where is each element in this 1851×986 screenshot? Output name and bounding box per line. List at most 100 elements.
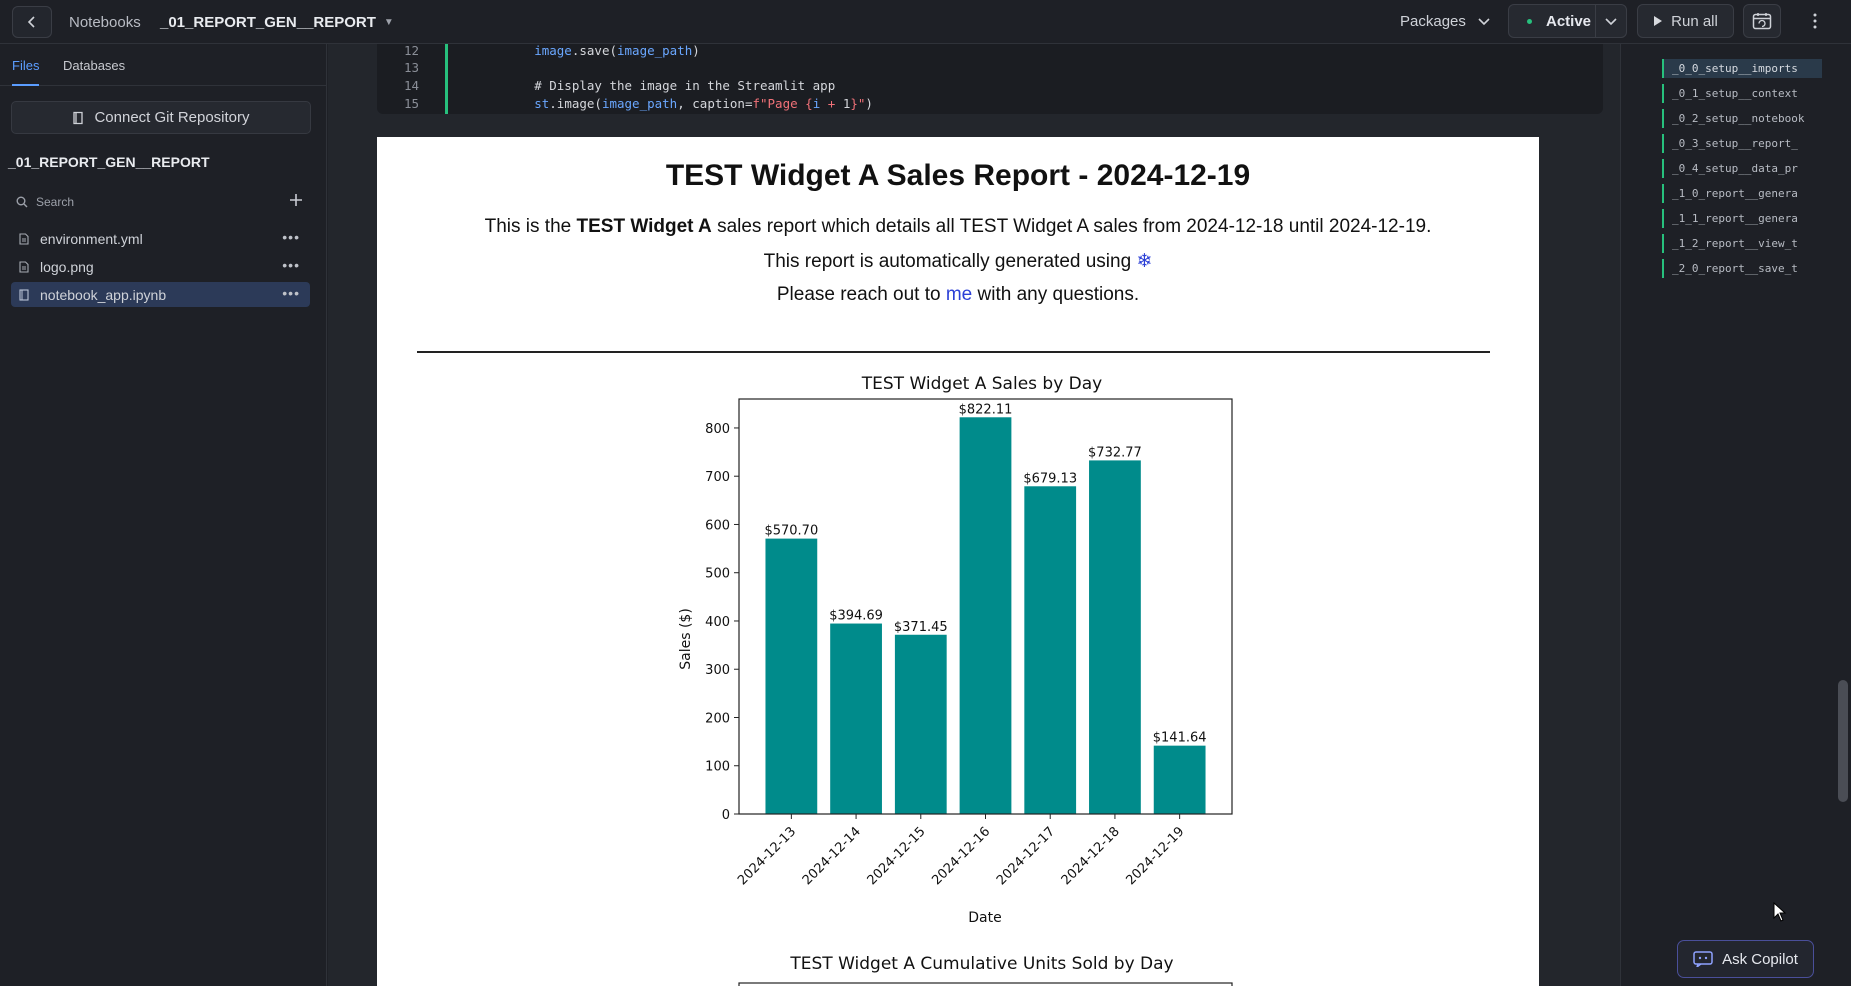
y-tick-label: 200 — [705, 711, 730, 726]
file-icon — [19, 260, 31, 273]
notebook-title-label: _01_REPORT_GEN__REPORT — [160, 13, 376, 31]
bar-value-label: $570.70 — [764, 524, 818, 539]
chart-title: TEST Widget A Sales by Day — [861, 374, 1102, 394]
bar — [1089, 460, 1141, 814]
run-all-button[interactable]: Run all — [1637, 4, 1734, 38]
y-tick-label: 100 — [705, 760, 730, 775]
outline-item[interactable]: _1_0_report__genera — [1662, 184, 1822, 203]
tab-databases[interactable]: Databases — [63, 44, 125, 86]
y-tick-label: 0 — [722, 808, 730, 823]
status-dropdown-button[interactable] — [1595, 4, 1627, 38]
cell-status-bar — [445, 44, 448, 114]
code-line: 13 — [377, 60, 419, 78]
project-name: _01_REPORT_GEN__REPORT — [8, 154, 210, 170]
sidebar-tabs: Files Databases — [0, 44, 327, 86]
outline-item[interactable]: _1_2_report__view_t — [1662, 234, 1822, 253]
more-options-icon[interactable] — [1800, 4, 1830, 38]
back-button[interactable] — [12, 6, 52, 38]
search-icon — [16, 196, 28, 208]
notebook-main: 12 image.save(image_path) 13 14 # Displa… — [328, 44, 1620, 986]
file-name: notebook_app.ipynb — [40, 286, 167, 303]
breadcrumb-notebooks[interactable]: Notebooks — [69, 0, 141, 44]
ask-copilot-button[interactable]: Ask Copilot — [1677, 940, 1814, 978]
y-tick-label: 500 — [705, 567, 730, 582]
bar — [1024, 486, 1077, 814]
chart2-title: TEST Widget A Cumulative Units Sold by D… — [789, 954, 1173, 974]
outline-item[interactable]: _0_2_setup__notebook — [1662, 109, 1822, 128]
outline-item[interactable]: _2_0_report__save_t — [1662, 259, 1822, 278]
line-number: 15 — [403, 96, 419, 111]
report-output: TEST Widget A Sales Report - 2024-12-19 … — [377, 137, 1539, 986]
file-item-notebook-app[interactable]: notebook_app.ipynb ••• — [11, 282, 310, 307]
line-number: 14 — [403, 78, 419, 93]
run-all-label: Run all — [1671, 12, 1718, 30]
cell-outline-panel: _0_0_setup__imports _0_1_setup__context … — [1620, 44, 1851, 986]
outline-item[interactable]: _0_1_setup__context — [1662, 84, 1822, 103]
x-tick-label: 2024-12-17 — [994, 824, 1058, 888]
y-tick-label: 800 — [705, 422, 730, 437]
code-comment: # Display the image in the Streamlit app — [474, 78, 836, 93]
connect-git-button[interactable]: Connect Git Repository — [11, 101, 311, 134]
add-file-button[interactable] — [286, 190, 306, 210]
file-name: environment.yml — [40, 230, 143, 247]
x-tick-label: 2024-12-15 — [865, 824, 929, 888]
y-tick-label: 400 — [705, 615, 730, 630]
caret-down-icon: ▼ — [383, 16, 394, 28]
file-options-icon[interactable]: ••• — [282, 229, 300, 245]
bar-value-label: $141.64 — [1153, 731, 1207, 746]
play-icon — [1654, 16, 1663, 26]
file-item-logo-png[interactable]: logo.png ••• — [11, 254, 310, 279]
app-window: Notebooks _01_REPORT_GEN__REPORT ▼ Packa… — [0, 0, 1851, 986]
notebook-icon — [19, 288, 31, 301]
bar-value-label: $679.13 — [1023, 471, 1077, 486]
packages-dropdown[interactable]: Packages — [1400, 4, 1490, 38]
tab-files[interactable]: Files — [12, 44, 40, 86]
chevron-down-icon — [1605, 18, 1617, 26]
bar-value-label: $394.69 — [829, 609, 883, 624]
outline-item[interactable]: _1_1_report__genera — [1662, 209, 1822, 228]
mouse-cursor-icon — [1773, 902, 1787, 922]
y-tick-label: 300 — [705, 663, 730, 678]
bar-value-label: $732.77 — [1088, 445, 1142, 460]
notebook-title[interactable]: _01_REPORT_GEN__REPORT ▼ — [160, 0, 394, 44]
line-number: 12 — [403, 44, 419, 58]
x-tick-label: 2024-12-19 — [1123, 824, 1187, 888]
file-item-environment-yml[interactable]: environment.yml ••• — [11, 226, 310, 251]
outline-item[interactable]: _0_3_setup__report_ — [1662, 134, 1822, 153]
x-tick-label: 2024-12-16 — [929, 824, 993, 888]
schedule-button[interactable] — [1743, 4, 1781, 38]
bar — [959, 417, 1012, 814]
sidebar: Files Databases Connect Git Repository _… — [0, 44, 327, 986]
chevron-left-icon — [27, 16, 35, 28]
top-bar: Notebooks _01_REPORT_GEN__REPORT ▼ Packa… — [0, 0, 1851, 44]
bar — [765, 538, 818, 814]
packages-label: Packages — [1400, 12, 1466, 30]
y-axis-label: Sales ($) — [678, 608, 694, 670]
plus-icon — [290, 194, 302, 206]
line-number: 13 — [403, 60, 419, 75]
file-options-icon[interactable]: ••• — [282, 257, 300, 273]
code-cell[interactable]: 12 image.save(image_path) 13 14 # Displa… — [377, 44, 1603, 114]
x-tick-label: 2024-12-18 — [1059, 824, 1123, 888]
connect-git-label: Connect Git Repository — [94, 109, 250, 126]
ask-copilot-label: Ask Copilot — [1722, 950, 1798, 968]
scrollbar-thumb[interactable] — [1838, 680, 1848, 802]
x-tick-label: 2024-12-13 — [735, 824, 799, 888]
code-text: st.image(image_path, caption=f"Page {i +… — [474, 96, 873, 111]
outline-item[interactable]: _0_4_setup__data_pr — [1662, 159, 1822, 178]
x-tick-label: 2024-12-14 — [800, 824, 864, 888]
status-label: Active — [1546, 12, 1592, 30]
file-search-input[interactable]: Search — [16, 191, 306, 213]
file-name: logo.png — [40, 258, 94, 275]
bar-value-label: $822.11 — [959, 402, 1013, 417]
file-options-icon[interactable]: ••• — [282, 285, 300, 301]
y-tick-label: 700 — [705, 470, 730, 485]
bar — [1153, 745, 1206, 814]
git-repo-icon — [73, 111, 84, 124]
outline-item[interactable]: _0_0_setup__imports — [1662, 59, 1822, 78]
status-dot-icon — [1527, 18, 1532, 24]
x-axis-label: Date — [968, 910, 1001, 926]
chevron-down-icon — [1478, 18, 1490, 26]
file-icon — [19, 232, 31, 245]
bar — [830, 623, 882, 814]
